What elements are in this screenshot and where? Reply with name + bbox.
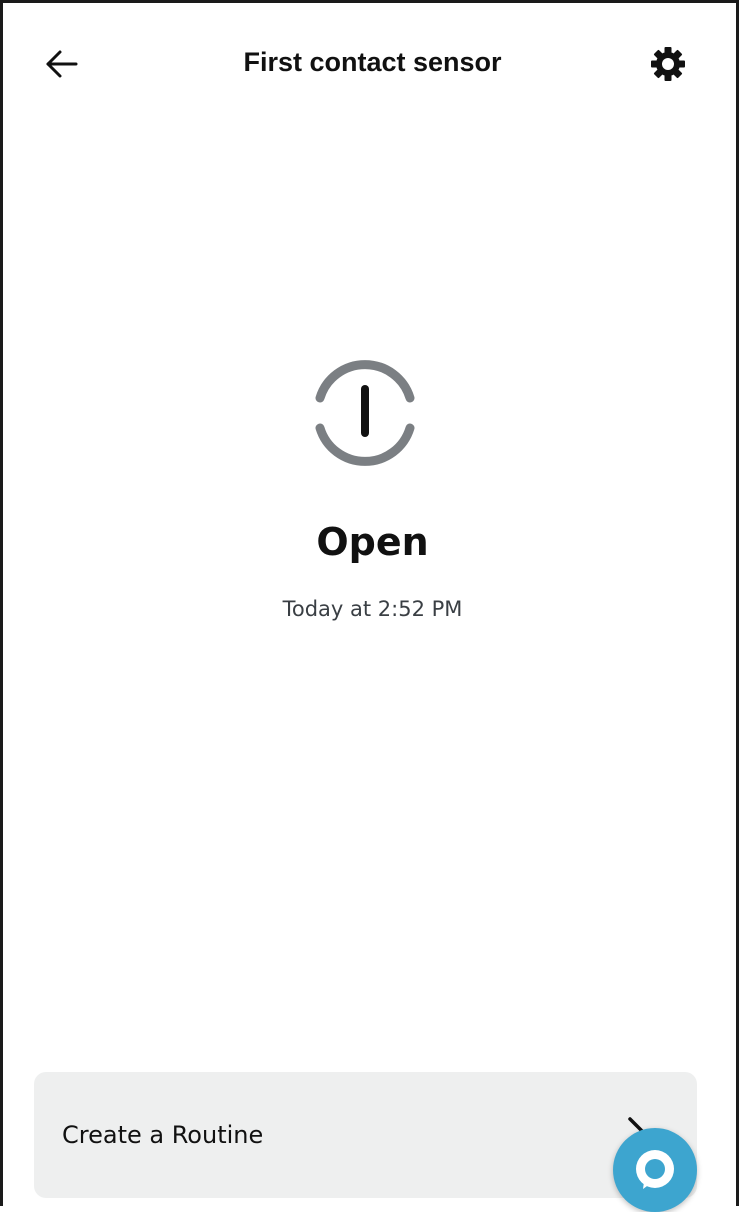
- create-routine-button[interactable]: Create a Routine: [34, 1072, 697, 1198]
- contact-sensor-open-icon: [315, 360, 415, 466]
- app-header: First contact sensor: [3, 23, 739, 101]
- arrow-left-icon: [46, 50, 78, 78]
- alexa-icon: [636, 1150, 674, 1189]
- screen: First contact sensor Open Today at 2:52 …: [0, 0, 739, 1212]
- settings-button[interactable]: [644, 40, 692, 88]
- alexa-button[interactable]: [613, 1128, 697, 1212]
- create-routine-label: Create a Routine: [62, 1121, 264, 1149]
- gear-icon: [651, 47, 685, 81]
- back-button[interactable]: [39, 42, 83, 86]
- sensor-status: Open: [316, 520, 429, 564]
- status-timestamp: Today at 2:52 PM: [282, 597, 463, 621]
- page-title: First contact sensor: [243, 47, 502, 77]
